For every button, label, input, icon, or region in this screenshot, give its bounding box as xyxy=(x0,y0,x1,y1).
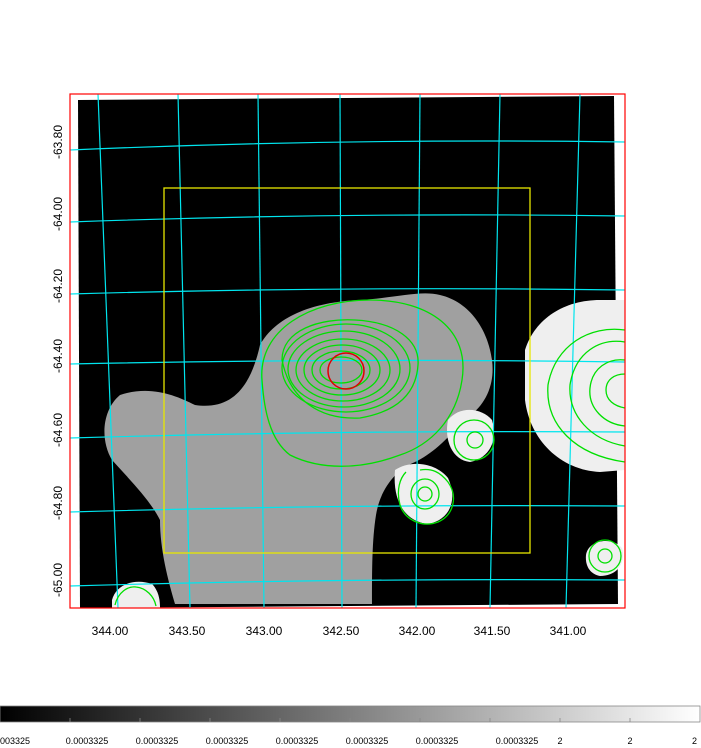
colorbar-label: 2 xyxy=(557,736,562,746)
colorbar-label: 0.0003325 xyxy=(496,736,539,746)
dec-axis: -63.80 -64.00 -64.20 -64.40 -64.60 -64.8… xyxy=(51,125,65,597)
colorbar-label: 0.0003325 xyxy=(346,736,389,746)
colorbar-label: 0.0003325 xyxy=(66,736,109,746)
ra-tick-label: 343.50 xyxy=(169,624,206,638)
dec-tick-label: -64.60 xyxy=(51,413,65,447)
ra-tick-label: 342.50 xyxy=(323,624,360,638)
dec-tick-label: -63.80 xyxy=(51,125,65,159)
dec-tick-label: -64.20 xyxy=(51,269,65,303)
dec-tick-label: -64.40 xyxy=(51,339,65,373)
ra-tick-label: 341.50 xyxy=(474,624,511,638)
ra-tick-label: 342.00 xyxy=(399,624,436,638)
ra-tick-label: 341.00 xyxy=(550,624,587,638)
sky-image-figure: 344.00 343.50 343.00 342.50 342.00 341.5… xyxy=(0,93,701,746)
ra-axis: 344.00 343.50 343.00 342.50 342.00 341.5… xyxy=(92,624,587,638)
dec-tick-label: -64.80 xyxy=(51,486,65,520)
colorbar-label: 2 xyxy=(627,736,632,746)
colorbar-label: 0.0003325 xyxy=(206,736,249,746)
image-area xyxy=(70,94,625,608)
dec-tick-label: -65.00 xyxy=(51,563,65,597)
dec-tick-label: -64.00 xyxy=(51,197,65,231)
colorbar-label: 003325 xyxy=(0,736,30,746)
colorbar-label: 0.0003325 xyxy=(136,736,179,746)
colorbar: 003325 0.0003325 0.0003325 0.0003325 0.0… xyxy=(0,705,701,746)
ra-tick-label: 343.00 xyxy=(246,624,283,638)
colorbar-label: 2 xyxy=(692,736,697,746)
colorbar-label: 0.0003325 xyxy=(276,736,319,746)
colorbar-label: 0.0003325 xyxy=(416,736,459,746)
ra-tick-label: 344.00 xyxy=(92,624,129,638)
